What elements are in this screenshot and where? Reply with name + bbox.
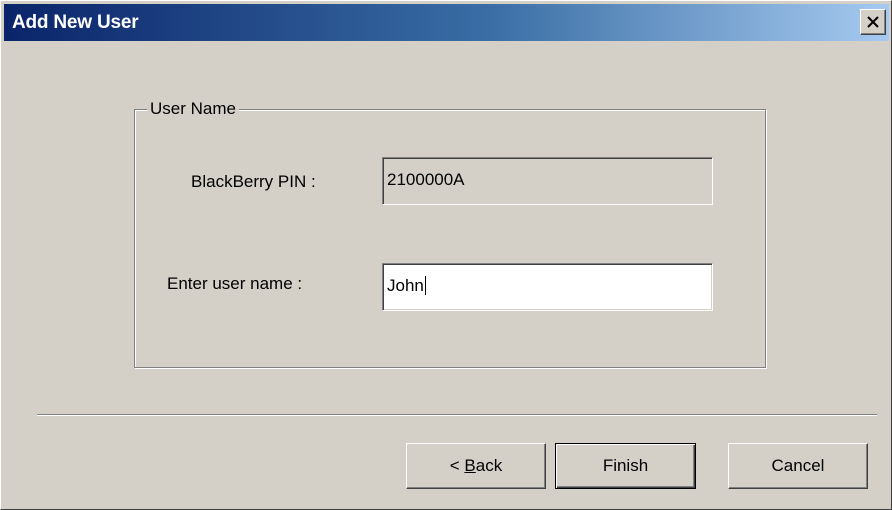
back-button-prefix: < [449, 456, 465, 475]
finish-button-label: Finish [602, 456, 649, 475]
window-title: Add New User [12, 12, 139, 33]
close-icon [867, 16, 879, 28]
blackberry-pin-value: 2100000A [387, 170, 465, 189]
user-name-value: John [387, 276, 424, 295]
add-new-user-dialog: Add New User User Name BlackBerry PIN : … [0, 0, 892, 510]
separator-line [37, 414, 877, 416]
back-button-suffix: ack [475, 456, 503, 475]
title-bar[interactable]: Add New User [4, 4, 889, 41]
user-name-groupbox [134, 109, 766, 368]
blackberry-pin-field: 2100000A [382, 157, 713, 205]
cancel-button[interactable]: Cancel [728, 443, 868, 489]
finish-button[interactable]: Finish [555, 443, 696, 489]
user-name-label: Enter user name : [167, 274, 303, 293]
back-button-mnemonic: B [464, 456, 476, 475]
cancel-button-label: Cancel [771, 456, 825, 475]
groupbox-label: User Name [147, 99, 239, 119]
blackberry-pin-label: BlackBerry PIN : [191, 172, 316, 191]
user-name-input[interactable]: John [382, 263, 713, 311]
back-button[interactable]: < Back [406, 443, 546, 489]
close-button[interactable] [860, 9, 886, 35]
text-caret [424, 275, 426, 295]
